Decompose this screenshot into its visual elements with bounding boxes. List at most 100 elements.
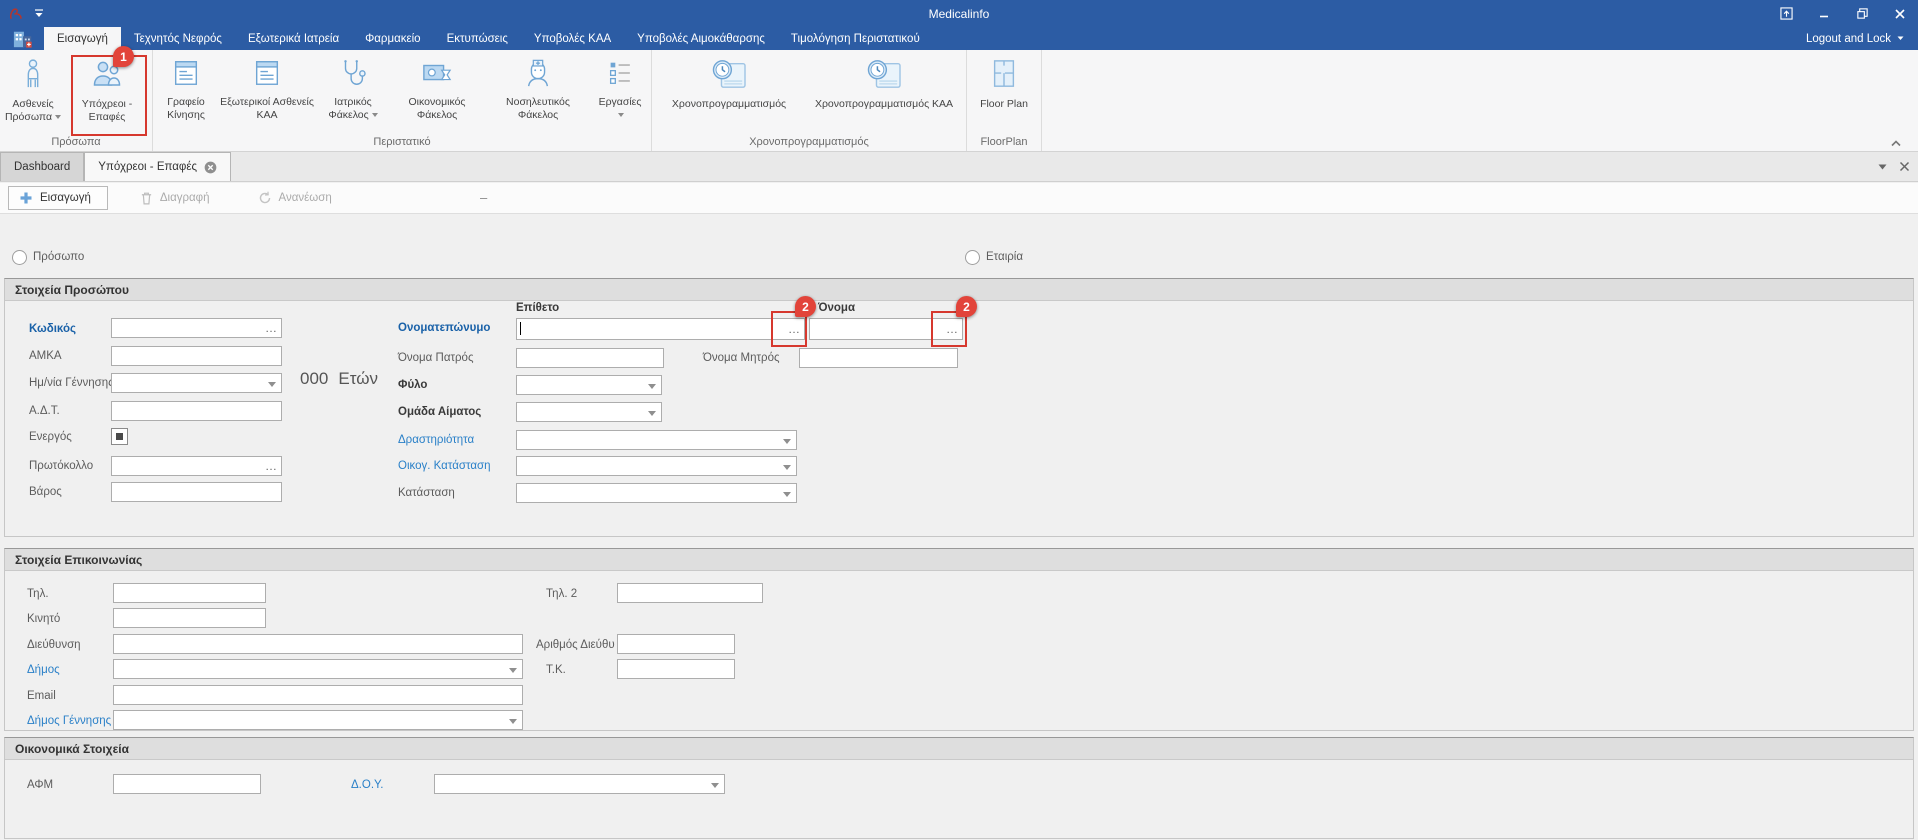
oikog-katastasi-label[interactable]: Οικογ. Κατάσταση bbox=[398, 460, 490, 472]
onoma-mitros-input[interactable] bbox=[799, 348, 958, 368]
refresh-button[interactable]: Ανανέωση bbox=[248, 187, 342, 209]
tab-dashboard[interactable]: Dashboard bbox=[0, 152, 84, 181]
oikog-katastasi-dropdown[interactable] bbox=[516, 456, 797, 476]
kinito-input[interactable] bbox=[113, 608, 266, 628]
company-radio-label: Εταιρία bbox=[986, 251, 1023, 263]
til2-input[interactable] bbox=[617, 583, 763, 603]
onoma-patros-input[interactable] bbox=[516, 348, 664, 368]
hospital-app-icon[interactable] bbox=[0, 27, 44, 50]
dimos-gennisis-dropdown[interactable] bbox=[113, 710, 523, 730]
financial-file-button[interactable]: Οικονομικός Φάκελος bbox=[389, 54, 485, 136]
insert-button[interactable]: Εισαγωγή bbox=[8, 186, 108, 210]
doy-dropdown[interactable] bbox=[434, 774, 725, 794]
dimos-gennisis-label[interactable]: Δήμος Γέννησης bbox=[27, 715, 111, 727]
protokollo-label: Πρωτόκολλο bbox=[29, 460, 93, 472]
fullscreen-icon[interactable] bbox=[1778, 6, 1794, 22]
document-list-icon bbox=[252, 58, 282, 93]
email-input[interactable] bbox=[113, 685, 523, 705]
afm-input[interactable] bbox=[113, 774, 261, 794]
menu-tab-farmakeio[interactable]: Φαρμακείο bbox=[352, 27, 433, 50]
drastiriotita-dropdown[interactable] bbox=[516, 430, 797, 450]
tasks-button[interactable]: Εργασίες bbox=[591, 54, 649, 136]
age-display: 000 Ετών bbox=[300, 369, 378, 389]
energos-checkbox[interactable] bbox=[111, 428, 128, 445]
adt-label: Α.Δ.Τ. bbox=[29, 405, 60, 417]
person-radio[interactable] bbox=[12, 250, 27, 265]
kinito-label: Κινητό bbox=[27, 613, 60, 625]
dropdown-arrow-icon bbox=[783, 465, 791, 470]
tk-input[interactable] bbox=[617, 659, 735, 679]
menu-tab-eisagogi[interactable]: Εισαγωγή bbox=[44, 27, 121, 50]
katastasi-dropdown[interactable] bbox=[516, 483, 797, 503]
dieythinsi-input[interactable] bbox=[113, 634, 523, 654]
dropdown-arrow-icon bbox=[711, 783, 719, 788]
til-input[interactable] bbox=[113, 583, 266, 603]
menu-tab-timologisi-peristatikou[interactable]: Τιμολόγηση Περιστατικού bbox=[778, 27, 933, 50]
browse-ellipsis[interactable]: … bbox=[265, 321, 277, 335]
close-icon[interactable] bbox=[1892, 6, 1908, 22]
logout-label: Logout and Lock bbox=[1806, 33, 1891, 45]
patients-persons-button[interactable]: Ασθενείς Πρόσωπα bbox=[2, 54, 64, 136]
energos-label: Ενεργός bbox=[29, 431, 72, 443]
quick-access-arrow-icon[interactable] bbox=[34, 9, 44, 18]
company-radio[interactable] bbox=[965, 250, 980, 265]
tk-label: Τ.Κ. bbox=[546, 664, 566, 676]
menu-tab-label: Υποβολές Αιμοκάθαρσης bbox=[637, 33, 765, 45]
menu-tab-label: Τιμολόγηση Περιστατικού bbox=[791, 33, 920, 45]
tab-close-icon[interactable] bbox=[204, 161, 217, 174]
tab-ypoxreoi-epafes[interactable]: Υπόχρεοι - Επαφές bbox=[84, 152, 231, 181]
fylo-dropdown[interactable] bbox=[516, 375, 662, 395]
dimos-label[interactable]: Δήμος bbox=[27, 664, 60, 676]
til-label: Τηλ. bbox=[27, 588, 49, 600]
varos-input[interactable] bbox=[111, 482, 282, 502]
nursing-file-button[interactable]: Νοσηλευτικός Φάκελος bbox=[485, 54, 591, 136]
logout-and-lock-button[interactable]: Logout and Lock bbox=[1806, 27, 1918, 50]
kodikos-input[interactable]: … bbox=[111, 318, 282, 338]
dropdown-arrow-icon bbox=[783, 492, 791, 497]
arithmos-dieyth-input[interactable] bbox=[617, 634, 735, 654]
ribbon-group-label: Χρονοπρογραμματισμός bbox=[654, 136, 964, 151]
refresh-icon bbox=[258, 191, 272, 205]
minimize-icon[interactable] bbox=[1816, 6, 1832, 22]
person-radio-label: Πρόσωπο bbox=[33, 251, 84, 263]
tab-strip-close-icon[interactable] bbox=[1899, 161, 1910, 172]
floor-plan-button[interactable]: Floor Plan bbox=[969, 54, 1039, 136]
kodikos-label: Κωδικός bbox=[29, 323, 76, 335]
menu-tab-exoterika-iatreia[interactable]: Εξωτερικά Ιατρεία bbox=[235, 27, 352, 50]
dropdown-arrow-icon bbox=[648, 411, 656, 416]
delete-button[interactable]: Διαγραφή bbox=[130, 187, 220, 209]
scheduling-kaa-button[interactable]: Χρονοπρογραμματισμός ΚΑΑ bbox=[804, 54, 964, 136]
browse-ellipsis[interactable]: … bbox=[265, 459, 277, 473]
ribbon-collapse-chevron-icon[interactable] bbox=[1890, 134, 1902, 152]
adt-input[interactable] bbox=[111, 401, 282, 421]
drastiriotita-label[interactable]: Δραστηριότητα bbox=[398, 434, 474, 446]
tab-list-arrow-icon[interactable] bbox=[1878, 164, 1887, 170]
ribbon-group-label: FloorPlan bbox=[969, 136, 1039, 151]
button-label: Εργασίες bbox=[599, 96, 642, 108]
button-label: Γραφείο Κίνησης bbox=[155, 96, 217, 121]
dimos-dropdown[interactable] bbox=[113, 659, 523, 679]
restore-icon[interactable] bbox=[1854, 6, 1870, 22]
external-patients-kaa-button[interactable]: Εξωτερικοί Ασθενείς ΚΑΑ bbox=[217, 54, 317, 136]
birthdate-label: Ημ/νία Γέννησης bbox=[29, 377, 114, 389]
button-label: Εισαγωγή bbox=[40, 192, 91, 204]
tab-label: Dashboard bbox=[14, 161, 70, 173]
menu-tab-ektyposeis[interactable]: Εκτυπώσεις bbox=[434, 27, 521, 50]
document-tab-strip: Dashboard Υπόχρεοι - Επαφές bbox=[0, 152, 1918, 182]
amka-input[interactable] bbox=[111, 346, 282, 366]
menu-tab-ypovoles-aimokatharsis[interactable]: Υποβολές Αιμοκάθαρσης bbox=[624, 27, 778, 50]
movement-office-button[interactable]: Γραφείο Κίνησης bbox=[155, 54, 217, 136]
epitheto-input[interactable]: … bbox=[516, 318, 805, 340]
birthdate-dropdown[interactable] bbox=[111, 373, 282, 393]
ribbon-group-scheduling: Χρονοπρογραμματισμός Χρονοπρογραμματισμό… bbox=[652, 50, 967, 151]
medical-file-button[interactable]: Ιατρικός Φάκελος bbox=[317, 54, 389, 136]
omada-aimatos-dropdown[interactable] bbox=[516, 402, 662, 422]
menu-tab-ypovoles-kaa[interactable]: Υποβολές ΚΑΑ bbox=[521, 27, 624, 50]
doy-label[interactable]: Δ.Ο.Υ. bbox=[351, 779, 383, 791]
menu-tab-texnitos-nefros[interactable]: Τεχνητός Νεφρός bbox=[121, 27, 235, 50]
scheduling-button[interactable]: Χρονοπρογραμματισμός bbox=[654, 54, 804, 136]
dropdown-arrow-icon bbox=[509, 719, 517, 724]
protokollo-input[interactable]: … bbox=[111, 456, 282, 476]
splitter-dash[interactable]: – bbox=[480, 190, 487, 205]
ribbon: Ασθενείς Πρόσωπα Υπόχρεοι - Επαφές Πρόσω… bbox=[0, 50, 1918, 152]
